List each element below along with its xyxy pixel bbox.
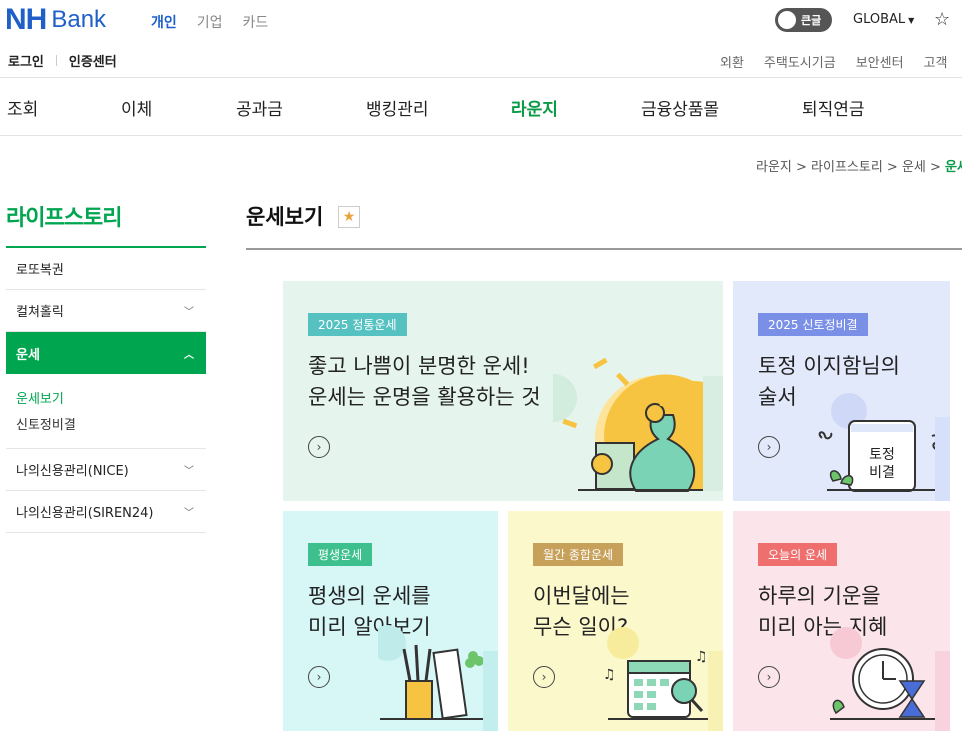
tab-personal[interactable]: 개인 — [151, 12, 177, 32]
nav-financial-mall[interactable]: 금융상품몰 — [641, 95, 719, 120]
sidebar-submenu: 운세보기 신토정비결 — [6, 374, 206, 449]
main-nav: 조회 이체 공과금 뱅킹관리 라운지 금융상품몰 퇴직연금 — [0, 78, 962, 136]
card-today-fortune[interactable]: 오늘의 운세 하루의 기운을 미리 아는 지혜 › — [733, 511, 950, 731]
arrow-right-icon[interactable]: › — [308, 436, 330, 458]
breadcrumb-path: 라운지 > 라이프스토리 > 운세 > — [756, 160, 946, 175]
login-link[interactable]: 로그인 — [8, 51, 44, 70]
caret-down-icon: ▼ — [908, 16, 915, 25]
customer-link[interactable]: 고객 — [924, 52, 948, 71]
nav-pension[interactable]: 퇴직연금 — [802, 95, 865, 120]
sidebar-item-label: 나의신용관리(NICE) — [16, 464, 129, 479]
card-tojeong[interactable]: 2025 신토정비결 토정 이지함님의 술서 › 토정 비결 — [733, 281, 950, 501]
sidebar-item-label: 컬쳐홀릭 — [16, 305, 64, 320]
tojeong-book-illustration: 토정 비결 — [818, 393, 950, 501]
tab-business[interactable]: 기업 — [197, 12, 223, 32]
music-note-icon: ♫ — [695, 649, 708, 665]
book-title-1: 토정 — [869, 447, 895, 463]
nav-transfer[interactable]: 이체 — [121, 95, 152, 120]
card-badge: 월간 종합운세 — [533, 543, 624, 566]
global-menu[interactable]: GLOBAL ▼ — [853, 12, 914, 27]
forex-link[interactable]: 외환 — [720, 52, 744, 71]
arrow-right-icon[interactable]: › — [758, 436, 780, 458]
segment-tabs: 개인 기업 카드 — [151, 12, 268, 32]
nav-lounge[interactable]: 라운지 — [511, 95, 558, 120]
breadcrumb: 라운지 > 라이프스토리 > 운세 > 운세 — [756, 156, 962, 175]
security-center-link[interactable]: 보안센터 — [856, 52, 904, 71]
sidebar-item-lotto[interactable]: 로또복권 — [6, 248, 206, 290]
submenu-fortune-view[interactable]: 운세보기 — [16, 388, 206, 414]
divider — [55, 55, 57, 66]
sidebar-item-label: 나의신용관리(SIREN24) — [16, 506, 154, 521]
housing-fund-link[interactable]: 주택도시기금 — [764, 52, 836, 71]
card-monthly-fortune[interactable]: 월간 종합운세 이번달에는 무슨 일이? › ♫ ♫ — [508, 511, 723, 731]
title-divider — [246, 248, 962, 250]
arrow-right-icon[interactable]: › — [533, 666, 555, 688]
favorite-star-icon[interactable]: ☆ — [934, 9, 950, 30]
add-favorite-button[interactable]: ★ — [338, 206, 360, 228]
cert-center-link[interactable]: 인증센터 — [69, 51, 117, 70]
arrow-right-icon[interactable]: › — [758, 666, 780, 688]
sidebar: 라이프스토리 로또복권 컬쳐홀릭 ﹀ 운세 ︿ 운세보기 신토정비결 나의신용관… — [6, 200, 206, 533]
card-traditional-fortune[interactable]: 2025 정통운세 좋고 나쁨이 분명한 운세! 운세는 운명을 활용하는 것 … — [283, 281, 723, 501]
book-title-2: 비결 — [869, 465, 895, 481]
nav-banking-mgmt[interactable]: 뱅킹관리 — [366, 95, 429, 120]
sidebar-item-label: 운세 — [16, 347, 40, 363]
chevron-down-icon: ﹀ — [184, 466, 194, 477]
nav-inquiry[interactable]: 조회 — [7, 95, 38, 120]
toggle-label: 큰글 — [801, 14, 822, 27]
tab-card[interactable]: 카드 — [243, 12, 269, 32]
sidebar-item-culture[interactable]: 컬쳐홀릭 ﹀ — [6, 290, 206, 332]
chevron-down-icon: ﹀ — [184, 508, 194, 519]
util-left: 로그인 인증센터 — [8, 51, 117, 70]
submenu-tojeong[interactable]: 신토정비결 — [16, 414, 206, 440]
card-badge: 2025 신토정비결 — [758, 313, 868, 336]
music-note-icon: ♫ — [603, 667, 616, 683]
nav-utility-bills[interactable]: 공과금 — [236, 95, 283, 120]
page: NH Bank 개인 기업 카드 큰글 GLOBAL ▼ ☆ 로그인 인증센터 외… — [0, 0, 962, 737]
card-badge: 평생운세 — [308, 543, 373, 566]
sidebar-item-credit-siren[interactable]: 나의신용관리(SIREN24) ﹀ — [6, 491, 206, 533]
sidebar-item-credit-nice[interactable]: 나의신용관리(NICE) ﹀ — [6, 449, 206, 491]
global-label: GLOBAL — [853, 12, 906, 27]
logo-nh: NH — [5, 3, 47, 36]
money-bag-illustration — [553, 357, 723, 492]
sidebar-item-label: 로또복권 — [16, 263, 64, 278]
sidebar-title: 라이프스토리 — [6, 200, 206, 248]
chevron-down-icon: ﹀ — [184, 307, 194, 318]
utility-bar: 로그인 인증센터 외환 주택도시기금 보안센터 고객 — [0, 42, 962, 78]
card-text: 좋고 나쁨이 분명한 운세! 운세는 운명을 활용하는 것 — [308, 354, 541, 409]
toggle-knob — [778, 11, 796, 29]
logo-bank: Bank — [51, 6, 107, 33]
arrow-right-icon[interactable]: › — [308, 666, 330, 688]
chevron-up-icon: ︿ — [184, 349, 194, 361]
card-badge: 2025 정통운세 — [308, 313, 407, 336]
card-lifetime-fortune[interactable]: 평생운세 평생의 운세를 미리 알아보기 › — [283, 511, 498, 731]
util-right: 외환 주택도시기금 보안센터 고객 — [720, 52, 947, 71]
card-badge: 오늘의 운세 — [758, 543, 838, 566]
clock-hourglass-illustration — [830, 627, 950, 731]
pencil-cup-illustration — [378, 625, 498, 731]
calendar-illustration: ♫ ♫ — [603, 627, 723, 731]
nh-bank-logo[interactable]: NH Bank — [5, 3, 107, 36]
large-text-toggle[interactable]: 큰글 — [775, 8, 832, 32]
sidebar-item-fortune[interactable]: 운세 ︿ — [6, 332, 206, 374]
page-title: 운세보기 — [246, 205, 324, 229]
breadcrumb-current: 운세 — [945, 160, 962, 175]
top-bar: NH Bank 개인 기업 카드 큰글 GLOBAL ▼ ☆ — [0, 0, 962, 42]
star-icon: ★ — [342, 209, 356, 225]
